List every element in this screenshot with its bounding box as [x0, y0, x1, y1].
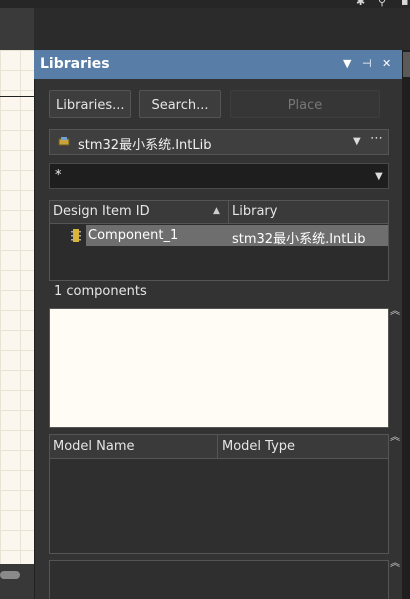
column-header-model-type[interactable]: Model Type	[222, 439, 295, 454]
column-header-design-item-id[interactable]: Design Item ID	[53, 204, 150, 219]
libraries-button[interactable]: Libraries...	[49, 90, 131, 118]
collapse-up-icon[interactable]: ︽	[390, 307, 400, 317]
pin-icon[interactable]: ⊣	[362, 57, 372, 70]
right-scroll-thumb[interactable]	[403, 52, 410, 77]
collapse-up-icon[interactable]: ︽	[390, 433, 400, 443]
gear-icon[interactable]: ✱	[356, 0, 365, 7]
user-icon[interactable]: ⚲	[378, 0, 386, 7]
filter-dropdown[interactable]	[49, 163, 389, 189]
canvas-border-line	[0, 96, 34, 97]
column-header-library[interactable]: Library	[232, 204, 277, 219]
more-options-icon[interactable]: ⋯	[370, 131, 383, 146]
document-tab-bar	[0, 8, 34, 50]
schematic-canvas[interactable]	[0, 50, 34, 564]
column-divider[interactable]	[228, 201, 229, 223]
filter-value: *	[55, 168, 62, 183]
column-header-model-name[interactable]: Model Name	[53, 439, 135, 454]
library-dropdown-value: stm32最小系统.IntLib	[78, 138, 212, 153]
column-divider[interactable]	[217, 435, 218, 458]
account-icon[interactable]: ▪	[401, 0, 408, 7]
cell-design-item-id[interactable]: Component_1	[88, 228, 178, 243]
panel-title: Libraries	[40, 56, 110, 72]
search-button[interactable]: Search...	[139, 90, 221, 118]
chevron-down-icon[interactable]: ▼	[375, 171, 383, 182]
right-edge-strip	[402, 50, 410, 599]
component-count: 1 components	[54, 284, 147, 299]
sort-ascending-icon[interactable]: ▲	[213, 206, 220, 216]
collapse-up-icon[interactable]: ︽	[390, 559, 400, 569]
horizontal-scrollbar[interactable]	[0, 564, 34, 599]
scrollbar-thumb[interactable]	[0, 571, 20, 579]
chevron-down-icon[interactable]: ▼	[353, 136, 361, 147]
place-button[interactable]: Place	[230, 90, 380, 118]
close-icon[interactable]: ✕	[382, 57, 391, 70]
model-preview-area	[49, 560, 389, 599]
component-preview[interactable]	[49, 308, 389, 428]
app-top-bar	[0, 0, 410, 8]
library-icon	[58, 137, 70, 146]
menu-arrow-icon[interactable]: ▼	[343, 57, 351, 70]
component-icon	[71, 229, 81, 242]
cell-library[interactable]: stm32最小系统.IntLib	[232, 228, 366, 247]
